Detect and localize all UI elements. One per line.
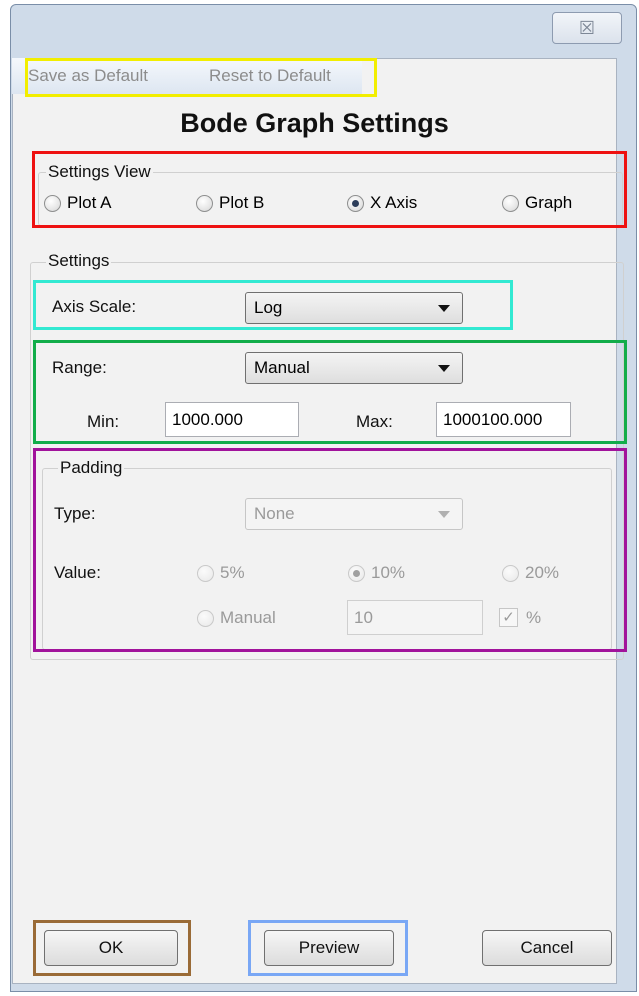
menu-highlight-box [25, 58, 377, 97]
range-highlight-box [33, 340, 627, 444]
close-icon: ☒ [578, 18, 596, 38]
preview-highlight-box [248, 920, 408, 976]
ok-highlight-box [33, 920, 191, 976]
close-button[interactable]: ☒ [552, 12, 622, 44]
settings-view-highlight-box [32, 151, 627, 228]
settings-legend: Settings [46, 251, 112, 271]
title-bar: ☒ [11, 5, 636, 49]
axis-scale-highlight-box [33, 280, 513, 330]
dialog-heading: Bode Graph Settings [180, 108, 449, 138]
cancel-button[interactable]: Cancel [482, 930, 612, 966]
padding-highlight-box [33, 448, 627, 652]
